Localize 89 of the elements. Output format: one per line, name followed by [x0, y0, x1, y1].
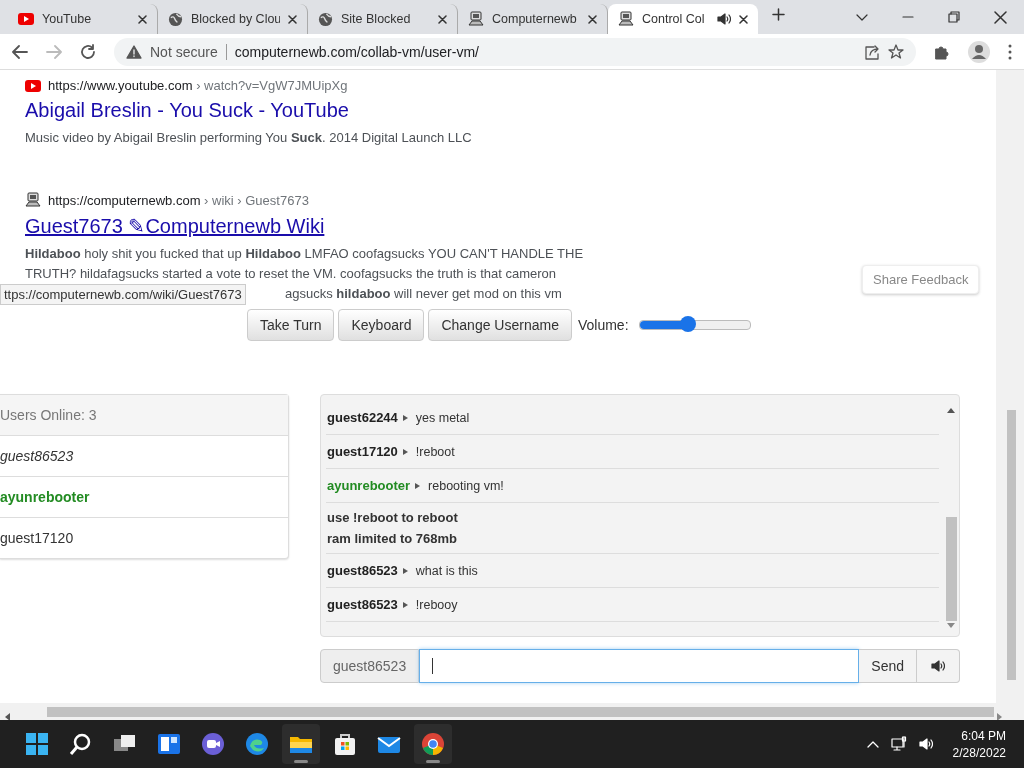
chevron-up-icon[interactable] [866, 740, 879, 748]
result-snippet: Hildaboo holy shit you fucked that up Hildaboo LMFAO coofagsucks YOU CAN'T HANDLE THE [25, 245, 584, 263]
chrome-icon [420, 731, 446, 757]
control-button[interactable]: Change Username [428, 308, 572, 341]
volume-thumb[interactable] [679, 315, 696, 332]
close-icon[interactable] [288, 14, 297, 24]
computer-icon [468, 11, 484, 27]
video-chat-icon [200, 731, 226, 757]
chat-username: guest86523 [327, 563, 398, 578]
result-url: https://computernewb.com › wiki › Guest7673 [48, 192, 309, 208]
result-snippet: agsucks hildaboo will never get mod on this vm [285, 285, 562, 303]
widgets-icon [156, 731, 182, 757]
youtube-icon [18, 13, 34, 25]
close-icon[interactable] [438, 14, 447, 24]
restore-icon[interactable] [948, 11, 960, 23]
scroll-left-icon[interactable] [5, 713, 10, 721]
scroll-right-icon[interactable] [997, 713, 1002, 721]
new-tab-icon[interactable] [772, 8, 785, 21]
star-icon[interactable] [888, 43, 904, 60]
speaker-icon [931, 660, 945, 672]
browser-tab[interactable]: Control Col [608, 4, 758, 34]
triangle-icon [402, 448, 408, 455]
user-item[interactable]: guest17120 [0, 518, 288, 558]
volume-slider[interactable] [638, 319, 751, 330]
result-snippet: TRUTH? hildafagsucks started a vote to reset the VM. coofagsucks the truth is that cameron [25, 265, 557, 283]
triangle-icon [402, 567, 408, 574]
back-icon[interactable] [12, 44, 28, 59]
scrollbar-thumb[interactable] [1007, 410, 1016, 680]
result-title-link[interactable]: Abigail Breslin - You Suck - YouTube [25, 99, 349, 122]
speaker-icon [717, 13, 731, 25]
user-item[interactable]: guest86523 [0, 436, 288, 477]
notice-text: ram limited to 768mb [327, 531, 458, 546]
close-icon[interactable] [994, 10, 1007, 24]
globe-icon [318, 11, 333, 27]
chat-username: ayunrebooter [327, 478, 411, 493]
link-tooltip: ttps://computernewb.com/wiki/Guest7673 [0, 284, 246, 305]
security-label: Not secure [150, 43, 218, 60]
address-bar[interactable]: Not secure computernewb.com/collab-vm/user-vm/ [114, 37, 916, 66]
share-feedback-button[interactable]: Share Feedback [862, 265, 980, 294]
menu-icon[interactable] [1008, 43, 1012, 60]
scrollbar-thumb[interactable] [946, 517, 957, 621]
close-icon[interactable] [588, 14, 597, 24]
close-icon[interactable] [739, 14, 748, 24]
chevron-down-icon[interactable] [856, 13, 868, 21]
users-header: Users Online: 3 [0, 395, 288, 436]
computer-icon [25, 192, 41, 208]
scrollbar-thumb[interactable] [47, 707, 994, 717]
taskbar-button[interactable] [282, 724, 320, 764]
result-snippet: Music video by Abigail Breslin performing You Suck. 2014 Digital Launch LLC [25, 129, 472, 147]
chat-username: guest17120 [327, 444, 398, 459]
close-icon[interactable] [138, 14, 147, 24]
chat-message: !rebooy [415, 597, 458, 612]
profile-icon[interactable] [968, 40, 990, 63]
browser-icon [244, 731, 270, 757]
username-label: guest86523 [320, 649, 420, 683]
clock[interactable]: 6:04 PM 2/28/2022 [952, 728, 1006, 760]
globe-icon [168, 11, 183, 27]
store-icon [332, 731, 358, 757]
url-text: computernewb.com/collab-vm/user-vm/ [234, 43, 480, 60]
result-title-link[interactable]: Guest7673 ✎Computernewb Wiki [25, 214, 325, 238]
taskbar-button[interactable] [414, 724, 452, 764]
network-icon[interactable] [890, 736, 907, 752]
chat-message: !reboot [415, 444, 455, 459]
chat-message: what is this [415, 563, 478, 578]
windows-start-icon [24, 731, 50, 757]
user-item[interactable]: ayunrebooter [0, 477, 288, 518]
youtube-icon [25, 79, 41, 92]
triangle-icon [402, 414, 408, 421]
warning-icon [126, 44, 142, 59]
computer-icon [618, 11, 634, 27]
scroll-down-icon[interactable] [947, 623, 955, 628]
control-button[interactable]: Take Turn [247, 308, 335, 341]
chat-input-field[interactable] [419, 649, 860, 683]
chat-message: rebooting vm! [428, 478, 504, 493]
speaker-icon[interactable] [918, 738, 933, 750]
share-icon[interactable] [864, 43, 880, 60]
reload-icon[interactable] [80, 43, 96, 60]
volume-label: Volume: [577, 316, 629, 333]
scroll-up-icon[interactable] [947, 408, 955, 413]
chat-username: guest86523 [327, 597, 398, 612]
result-url: https://www.youtube.com › watch?v=VgW7JMUipXg [48, 78, 348, 93]
chat-username: guest62244 [327, 410, 398, 425]
triangle-icon [415, 482, 421, 489]
notice-text: use !reboot to reboot [327, 510, 458, 525]
control-button[interactable]: Keyboard [338, 308, 425, 341]
sound-button[interactable] [917, 649, 960, 683]
send-button[interactable]: Send [859, 649, 917, 683]
triangle-icon [402, 601, 408, 608]
chat-message: yes metal [415, 410, 470, 425]
